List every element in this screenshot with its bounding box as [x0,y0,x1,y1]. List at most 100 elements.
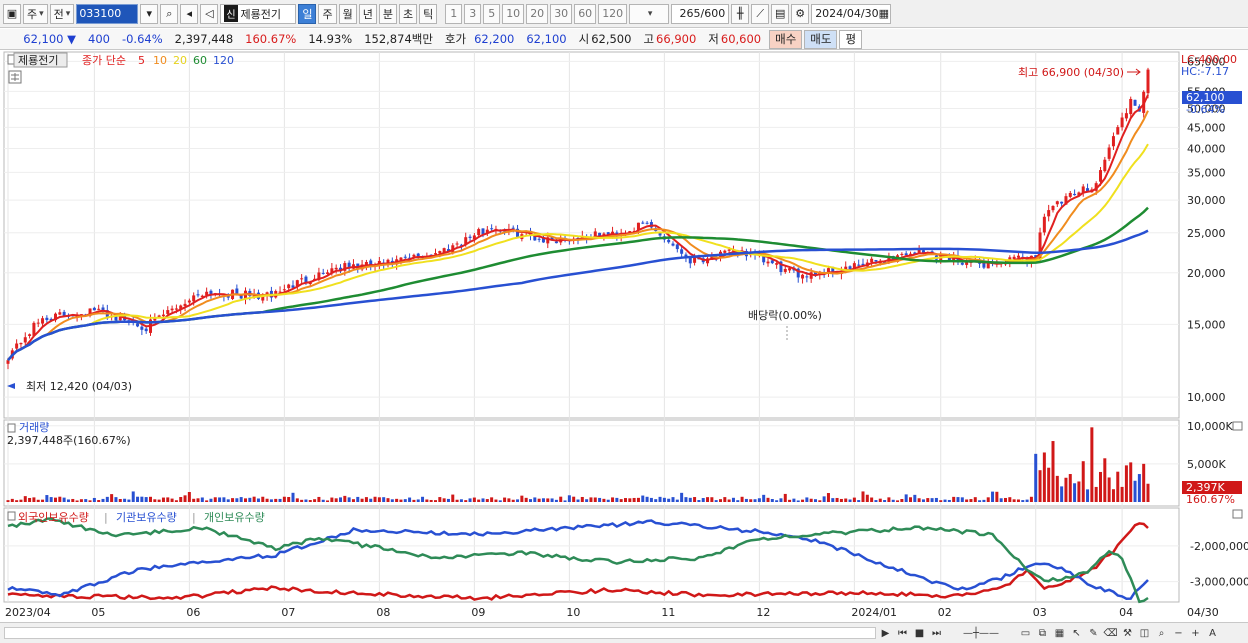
line-type-icon[interactable]: ⟋ [751,3,770,24]
volume-bar [494,499,498,502]
y-axis-label: 30,000 [1187,194,1226,207]
zoom-in-icon[interactable]: + [1188,625,1203,641]
period-tick[interactable]: 틱 [419,3,438,24]
calendar-icon[interactable]: ▦ [879,7,889,20]
volume-bar [1107,477,1111,502]
ma-label-20: 20 [173,54,187,67]
volume-bar [144,497,148,502]
volume-bar [1142,463,1146,502]
volume-bar [269,499,273,502]
stock-name-box[interactable]: 신 제룡전기 [220,3,297,24]
volume-bar [524,497,528,502]
interval-30[interactable]: 30 [550,3,573,24]
volume-bar [364,497,368,502]
volume-bar [32,497,36,502]
holding-panel[interactable] [3,507,1180,603]
capture-icon[interactable]: ◫ [1137,625,1152,641]
save-icon[interactable]: ▤ [771,3,790,24]
holding-panel-menu-icon[interactable] [7,511,16,521]
candle-body [857,264,861,266]
volume-bar [965,499,969,502]
volume-close-icon[interactable] [1232,421,1243,431]
volume-bar [481,498,485,502]
volume-bar [624,498,627,502]
low-label: 저 [708,32,719,46]
zoom-out-icon[interactable]: − [1171,625,1186,641]
grid-icon[interactable]: ▦ [1052,625,1067,641]
price-panel[interactable] [3,51,1180,419]
y-axis-label: 10,000 [1187,391,1226,404]
candle-body [1129,98,1133,115]
date-field[interactable]: 2024/04/30 ▦ [811,3,892,24]
interval-3[interactable]: 3 [464,3,482,24]
volume-bar [1016,499,1020,502]
draw-icon[interactable]: ↖ [1069,625,1084,641]
period-second[interactable]: 초 [398,3,418,24]
gear-icon[interactable]: ⚙ [791,3,810,24]
stock-chart[interactable]: 2023/04 05 06 07 08 09 10 11 12 2024/01 02 03 04 04/3… [0,50,1248,622]
stop-icon[interactable]: ■ [912,625,927,641]
speaker-icon[interactable]: ◂ [180,3,199,24]
pencil-icon[interactable]: ✎ [1086,625,1101,641]
volume-bar [399,499,403,502]
volume-bar [79,499,83,502]
interval-5[interactable]: 5 [483,3,501,24]
volume-bar [356,496,360,502]
prev-select[interactable]: 전 [49,3,75,24]
volume-bar [278,498,282,502]
tool-icon[interactable]: ⚒ [1120,625,1135,641]
volume-bar [209,498,213,502]
scroll-first-icon[interactable]: ⏮ [895,625,910,641]
zoom-icon[interactable]: ⌕ [1154,625,1169,641]
candle-body [1111,136,1115,147]
volume-bar [252,496,256,502]
font-size-icon[interactable]: A [1205,625,1220,641]
stock-code-input[interactable]: 033100 [76,3,139,24]
candle-type-icon[interactable]: ╫ [731,3,750,24]
holding-close-icon[interactable] [1232,509,1243,519]
period-week[interactable]: 주 [318,3,337,24]
market-select[interactable]: 주 [23,3,48,24]
search-icon[interactable]: ⌕ [160,3,179,24]
volume-title: 거래량 [19,421,49,434]
layout-icon[interactable]: ▭ [1018,625,1033,641]
chart-scrollbar[interactable] [4,627,876,639]
period-month[interactable]: 월 [338,3,357,24]
volume-bar [429,499,433,502]
interval-1[interactable]: 1 [445,3,463,24]
code-dropdown-icon[interactable]: ▾ [140,3,159,24]
window-icon[interactable]: ▣ [3,3,21,24]
volume-panel[interactable] [3,419,1180,507]
copy-icon[interactable]: ⧉ [1035,625,1050,641]
period-year[interactable]: 년 [358,3,377,24]
volume-bar [727,499,731,502]
buy-button[interactable]: 매수 [769,29,803,49]
interval-60[interactable]: 60 [574,3,597,24]
flat-button[interactable]: 평 [839,29,863,49]
volume-bar [649,497,653,502]
volume-bar [317,496,321,502]
volume-bar [498,500,502,502]
volume-bar [127,499,131,502]
interval-20[interactable]: 20 [526,3,549,24]
back-icon[interactable]: ◁ [200,3,219,24]
sell-button[interactable]: 매도 [804,29,838,49]
volume-bar [10,498,14,502]
candle-body [174,308,178,310]
volume-bar [200,497,204,502]
zoom-slider[interactable]: —┼—— [946,625,1016,641]
interval-120[interactable]: 120 [598,3,628,24]
scroll-last-icon[interactable]: ⏭ [929,625,944,641]
period-day[interactable]: 일 [298,3,317,24]
volume-bar [550,498,554,502]
count-field[interactable]: 265/600 [671,3,730,24]
volume-panel-menu-icon[interactable] [7,423,16,433]
period-minute[interactable]: 분 [378,3,397,24]
volume-bar [187,492,191,502]
interval-10[interactable]: 10 [502,3,525,24]
interval-select[interactable] [629,3,670,24]
scroll-right-icon[interactable]: ▶ [878,625,893,641]
volume-bar [1120,486,1124,502]
erase-icon[interactable]: ⌫ [1103,625,1118,641]
volume-bar [282,496,286,502]
